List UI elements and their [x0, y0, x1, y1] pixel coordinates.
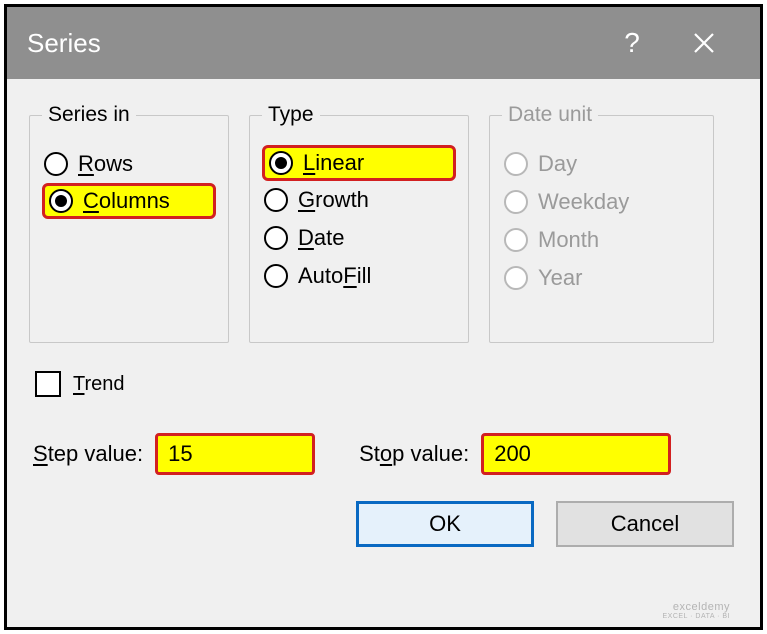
radio-icon [504, 266, 528, 290]
trend-label: Trend [73, 373, 125, 396]
radio-icon [269, 151, 293, 175]
radio-weekday: Weekday [502, 183, 701, 221]
radio-icon [264, 226, 288, 250]
radio-date-label: Date [298, 225, 344, 251]
radio-icon [504, 190, 528, 214]
radio-weekday-label: Weekday [538, 189, 629, 215]
value-row: Step value: Stop value: [29, 433, 738, 475]
trend-row: Trend [29, 371, 738, 397]
radio-linear-label: Linear [303, 150, 364, 176]
help-icon: ? [624, 27, 640, 59]
button-row: OK Cancel [29, 501, 738, 547]
radio-autofill-label: AutoFill [298, 263, 371, 289]
radio-growth-label: Growth [298, 187, 369, 213]
radio-rows[interactable]: Rows [42, 145, 216, 183]
radio-day: Day [502, 145, 701, 183]
groups-row: Series in Rows Columns Type Linear [29, 103, 738, 343]
radio-month: Month [502, 221, 701, 259]
group-date-unit: Date unit Day Weekday Month Year [489, 103, 714, 343]
trend-checkbox[interactable] [35, 371, 61, 397]
radio-year: Year [502, 259, 701, 297]
radio-icon [49, 189, 73, 213]
step-value-label: Step value: [33, 441, 143, 467]
radio-icon [504, 152, 528, 176]
radio-icon [504, 228, 528, 252]
group-date-unit-legend: Date unit [502, 103, 598, 127]
radio-autofill[interactable]: AutoFill [262, 257, 456, 295]
dialog-body: Series in Rows Columns Type Linear [7, 79, 760, 627]
radio-rows-label: Rows [78, 151, 133, 177]
close-button[interactable] [668, 7, 740, 79]
radio-date[interactable]: Date [262, 219, 456, 257]
radio-month-label: Month [538, 227, 599, 253]
series-dialog: Series ? Series in Rows Columns Type [4, 4, 763, 630]
group-type: Type Linear Growth Date AutoFill [249, 103, 469, 343]
help-button[interactable]: ? [596, 7, 668, 79]
radio-day-label: Day [538, 151, 577, 177]
group-series-in: Series in Rows Columns [29, 103, 229, 343]
close-icon [692, 31, 716, 55]
group-series-in-legend: Series in [42, 103, 136, 127]
dialog-title: Series [27, 28, 596, 59]
radio-linear[interactable]: Linear [262, 145, 456, 181]
stop-value-input[interactable] [481, 433, 671, 475]
radio-growth[interactable]: Growth [262, 181, 456, 219]
cancel-button[interactable]: Cancel [556, 501, 734, 547]
ok-button[interactable]: OK [356, 501, 534, 547]
radio-year-label: Year [538, 265, 582, 291]
group-type-legend: Type [262, 103, 320, 127]
radio-icon [264, 264, 288, 288]
step-value-input[interactable] [155, 433, 315, 475]
titlebar: Series ? [7, 7, 760, 79]
stop-value-label: Stop value: [359, 441, 469, 467]
radio-icon [44, 152, 68, 176]
radio-icon [264, 188, 288, 212]
radio-columns-label: Columns [83, 188, 170, 214]
watermark: exceldemy EXCEL · DATA · BI [663, 601, 731, 621]
radio-columns[interactable]: Columns [42, 183, 216, 219]
